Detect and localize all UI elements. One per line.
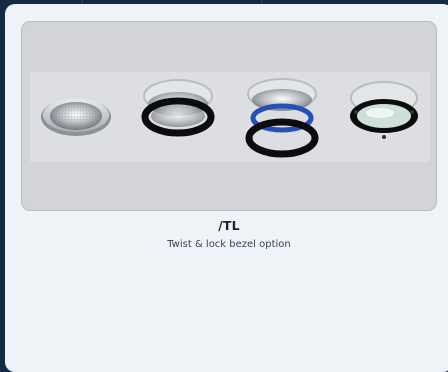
product-description: Twist & lock bezel option	[167, 239, 291, 250]
product-card: /TL Twist & lock bezel option	[5, 4, 448, 372]
product-image	[21, 21, 437, 211]
downlight-module-icon	[41, 98, 111, 136]
product-title: /TL	[218, 218, 240, 233]
black-bezel-icon	[141, 79, 215, 137]
